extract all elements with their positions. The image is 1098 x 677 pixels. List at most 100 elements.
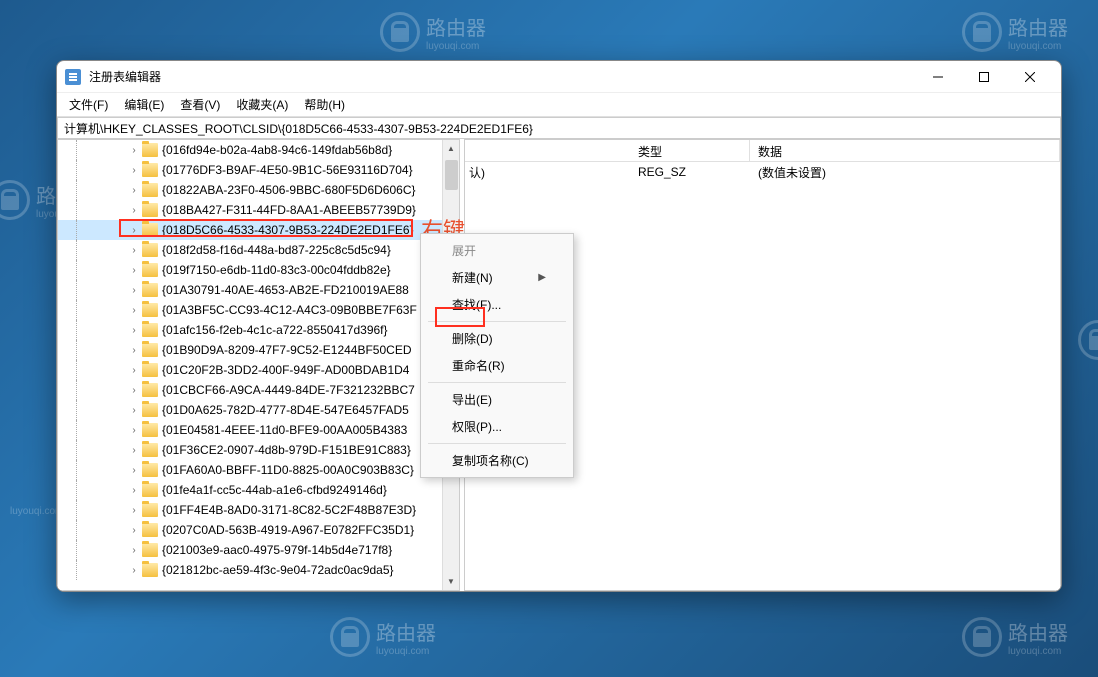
ctx-rename[interactable]: 重命名(R)	[424, 352, 570, 379]
titlebar[interactable]: 注册表编辑器	[57, 61, 1061, 93]
folder-icon	[142, 223, 158, 237]
tree-item-label: {01D0A625-782D-4777-8D4E-547E6457FAD5	[162, 403, 409, 417]
tree-item[interactable]: › {01FA60A0-BBFF-11D0-8825-00A0C903B83C}	[58, 460, 459, 480]
tree-item-label: {018BA427-F311-44FD-8AA1-ABEEB57739D9}	[162, 203, 416, 217]
context-menu: 展开 新建(N) ▶ 查找(F)... 删除(D) 重命名(R) 导出(E) 权…	[420, 233, 574, 478]
folder-icon	[142, 143, 158, 157]
tree-item[interactable]: › {01B90D9A-8209-47F7-9C52-E1244BF50CED	[58, 340, 459, 360]
column-header-type[interactable]: 类型	[630, 140, 750, 161]
folder-icon	[142, 303, 158, 317]
tree-item-label: {01CBCF66-A9CA-4449-84DE-7F321232BBC7	[162, 383, 415, 397]
expand-icon[interactable]: ›	[126, 345, 142, 356]
tree-item[interactable]: › {01776DF3-B9AF-4E50-9B1C-56E93116D704}	[58, 160, 459, 180]
tree-item[interactable]: › {021003e9-aac0-4975-979f-14b5d4e717f8}	[58, 540, 459, 560]
tree-item[interactable]: › {01C20F2B-3DD2-400F-949F-AD00BDAB1D4	[58, 360, 459, 380]
scroll-up-button[interactable]: ▲	[443, 140, 459, 157]
tree-item-label: {01A30791-40AE-4653-AB2E-FD210019AE88	[162, 283, 409, 297]
expand-icon[interactable]: ›	[126, 385, 142, 396]
value-name-partial: 认)	[469, 164, 485, 181]
registry-tree-panel[interactable]: › {016fd94e-b02a-4ab8-94c6-149fdab56b8d}…	[57, 139, 460, 591]
folder-icon	[142, 163, 158, 177]
expand-icon[interactable]: ›	[126, 485, 142, 496]
scroll-down-button[interactable]: ▼	[443, 573, 459, 590]
expand-icon[interactable]: ›	[126, 205, 142, 216]
tree-item[interactable]: › {01FF4E4B-8AD0-3171-8C82-5C2F48B87E3D}	[58, 500, 459, 520]
tree-item[interactable]: › {01A30791-40AE-4653-AB2E-FD210019AE88	[58, 280, 459, 300]
expand-icon[interactable]: ›	[126, 265, 142, 276]
expand-icon[interactable]: ›	[126, 505, 142, 516]
ctx-find[interactable]: 查找(F)...	[424, 291, 570, 318]
menu-edit[interactable]: 编辑(E)	[116, 92, 172, 117]
tree-item[interactable]: › {01afc156-f2eb-4c1c-a722-8550417d396f}	[58, 320, 459, 340]
tree-item[interactable]: › {018BA427-F311-44FD-8AA1-ABEEB57739D9}	[58, 200, 459, 220]
tree-item[interactable]: › {01F36CE2-0907-4d8b-979D-F151BE91C883}	[58, 440, 459, 460]
expand-icon[interactable]: ›	[126, 285, 142, 296]
close-button[interactable]	[1007, 61, 1053, 93]
tree-item[interactable]: › {01E04581-4EEE-11d0-BFE9-00AA005B4383	[58, 420, 459, 440]
expand-icon[interactable]: ›	[126, 185, 142, 196]
folder-icon	[142, 423, 158, 437]
tree-item[interactable]: › {019f7150-e6db-11d0-83c3-00c04fddb82e}	[58, 260, 459, 280]
menu-file[interactable]: 文件(F)	[61, 92, 116, 117]
registry-editor-window: 注册表编辑器 文件(F) 编辑(E) 查看(V) 收藏夹(A) 帮助(H) 计算…	[56, 60, 1062, 592]
tree-item-label: {019f7150-e6db-11d0-83c3-00c04fddb82e}	[162, 263, 391, 277]
app-icon	[65, 69, 81, 85]
expand-icon[interactable]: ›	[126, 365, 142, 376]
tree-item-label: {01afc156-f2eb-4c1c-a722-8550417d396f}	[162, 323, 388, 337]
minimize-button[interactable]	[915, 61, 961, 93]
expand-icon[interactable]: ›	[126, 405, 142, 416]
folder-icon	[142, 283, 158, 297]
folder-icon	[142, 463, 158, 477]
ctx-permissions[interactable]: 权限(P)...	[424, 413, 570, 440]
watermark-url: luyouqi.com	[426, 41, 486, 52]
maximize-button[interactable]	[961, 61, 1007, 93]
ctx-separator	[428, 321, 566, 322]
expand-icon[interactable]: ›	[126, 465, 142, 476]
tree-item[interactable]: › {0207C0AD-563B-4919-A967-E0782FFC35D1}	[58, 520, 459, 540]
ctx-expand: 展开	[424, 237, 570, 264]
tree-item[interactable]: › {016fd94e-b02a-4ab8-94c6-149fdab56b8d}	[58, 140, 459, 160]
tree-item-label: {018f2d58-f16d-448a-bd87-225c8c5d5c94}	[162, 243, 391, 257]
tree-item[interactable]: › {01A3BF5C-CC93-4C12-A4C3-09B0BBE7F63F	[58, 300, 459, 320]
ctx-export[interactable]: 导出(E)	[424, 386, 570, 413]
tree-item-label: {01822ABA-23F0-4506-9BBC-680F5D6D606C}	[162, 183, 416, 197]
menu-view[interactable]: 查看(V)	[172, 92, 228, 117]
registry-value-row[interactable]: 认) REG_SZ (数值未设置)	[465, 162, 1060, 182]
folder-icon	[142, 183, 158, 197]
tree-item[interactable]: › {018f2d58-f16d-448a-bd87-225c8c5d5c94}	[58, 240, 459, 260]
expand-icon[interactable]: ›	[126, 525, 142, 536]
expand-icon[interactable]: ›	[126, 145, 142, 156]
expand-icon[interactable]: ›	[126, 565, 142, 576]
tree-item[interactable]: › {01fe4a1f-cc5c-44ab-a1e6-cfbd9249146d}	[58, 480, 459, 500]
tree-item[interactable]: › {01822ABA-23F0-4506-9BBC-680F5D6D606C}	[58, 180, 459, 200]
ctx-delete[interactable]: 删除(D)	[424, 325, 570, 352]
expand-icon[interactable]: ›	[126, 425, 142, 436]
tree-item[interactable]: › {01D0A625-782D-4777-8D4E-547E6457FAD5	[58, 400, 459, 420]
menubar: 文件(F) 编辑(E) 查看(V) 收藏夹(A) 帮助(H)	[57, 93, 1061, 117]
expand-icon[interactable]: ›	[126, 545, 142, 556]
expand-icon[interactable]: ›	[126, 305, 142, 316]
expand-icon[interactable]: ›	[126, 225, 142, 236]
menu-favorites[interactable]: 收藏夹(A)	[228, 92, 296, 117]
ctx-new[interactable]: 新建(N) ▶	[424, 264, 570, 291]
tree-item[interactable]: › {021812bc-ae59-4f3c-9e04-72adc0ac9da5}	[58, 560, 459, 580]
expand-icon[interactable]: ›	[126, 245, 142, 256]
tree-item-label: {01FF4E4B-8AD0-3171-8C82-5C2F48B87E3D}	[162, 503, 416, 517]
tree-item[interactable]: › {01CBCF66-A9CA-4449-84DE-7F321232BBC7	[58, 380, 459, 400]
expand-icon[interactable]: ›	[126, 165, 142, 176]
folder-icon	[142, 403, 158, 417]
value-data: (数值未设置)	[750, 164, 1060, 181]
column-header-data[interactable]: 数据	[750, 140, 1060, 161]
address-bar[interactable]: 计算机\HKEY_CLASSES_ROOT\CLSID\{018D5C66-45…	[57, 117, 1061, 139]
scrollbar-thumb[interactable]	[445, 160, 458, 190]
folder-icon	[142, 323, 158, 337]
tree-item-label: {0207C0AD-563B-4919-A967-E0782FFC35D1}	[162, 523, 414, 537]
ctx-copy-key-name[interactable]: 复制项名称(C)	[424, 447, 570, 474]
expand-icon[interactable]: ›	[126, 445, 142, 456]
folder-icon	[142, 263, 158, 277]
tree-item-label: {016fd94e-b02a-4ab8-94c6-149fdab56b8d}	[162, 143, 392, 157]
expand-icon[interactable]: ›	[126, 325, 142, 336]
menu-help[interactable]: 帮助(H)	[296, 92, 353, 117]
tree-item[interactable]: › {018D5C66-4533-4307-9B53-224DE2ED1FE6}	[58, 220, 459, 240]
tree-item-label: {01F36CE2-0907-4d8b-979D-F151BE91C883}	[162, 443, 411, 457]
